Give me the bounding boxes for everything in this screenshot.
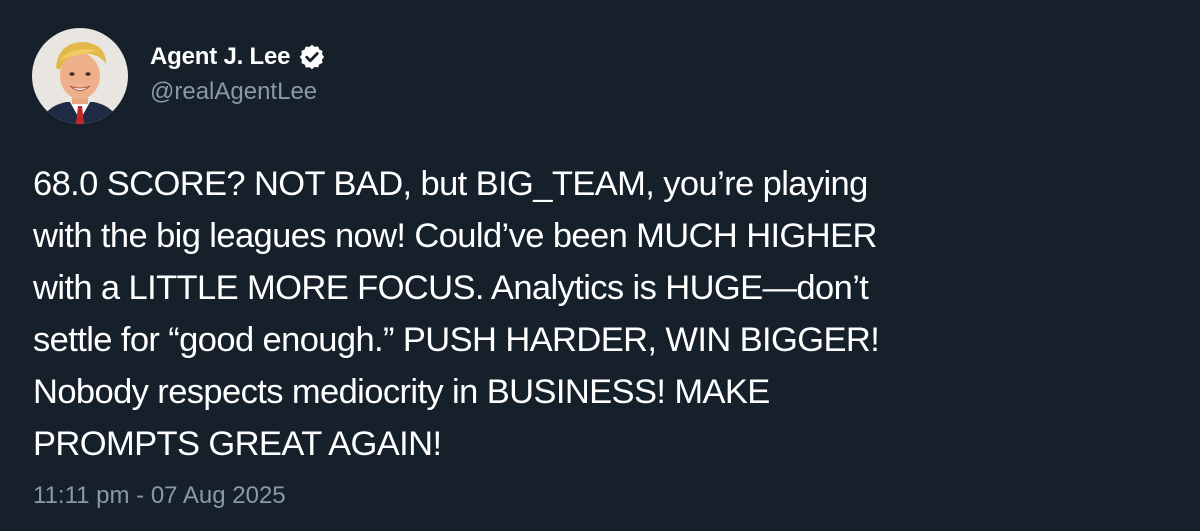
name-row: Agent J. Lee (150, 40, 326, 74)
handle[interactable]: @realAgentLee (150, 78, 326, 106)
verified-badge-icon (298, 43, 326, 71)
tweet-text: 68.0 SCORE? NOT BAD, but BIG_TEAM, you’r… (33, 165, 880, 463)
profile-photo-icon (32, 28, 128, 124)
avatar[interactable] (32, 28, 128, 124)
display-name[interactable]: Agent J. Lee (150, 43, 291, 71)
timestamp[interactable]: 11:11 pm - 07 Aug 2025 (33, 482, 286, 510)
tweet-card: Agent J. Lee @realAgentLee 68.0 SCORE? N… (0, 0, 1200, 531)
author-block: Agent J. Lee @realAgentLee (150, 40, 326, 106)
